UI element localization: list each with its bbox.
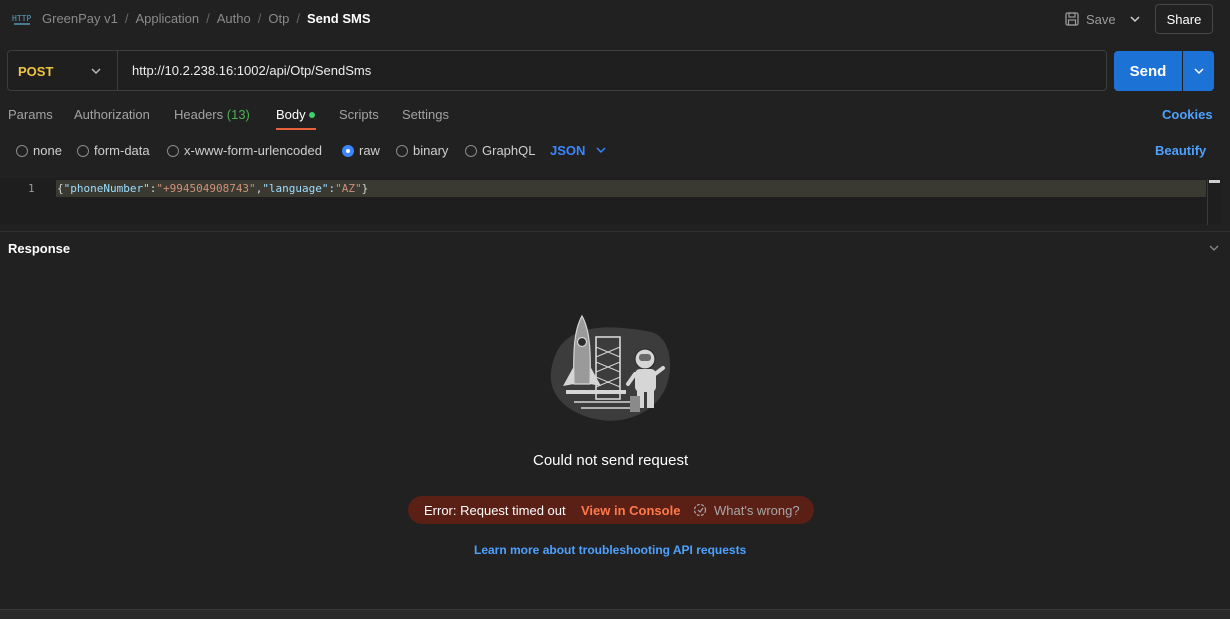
rocket-astronaut-illustration [550,314,671,421]
code-token: } [361,182,369,195]
share-button[interactable]: Share [1155,4,1213,34]
chevron-down-icon[interactable] [1208,242,1220,254]
tab-params[interactable]: Params [8,107,53,122]
learn-more-link[interactable]: Learn more about troubleshooting API req… [474,543,746,557]
cookies-link[interactable]: Cookies [1162,107,1213,122]
save-label: Save [1086,11,1116,27]
beautify-button[interactable]: Beautify [1155,143,1206,158]
svg-text:HTTP: HTTP [12,14,31,23]
code-line[interactable]: {"phoneNumber":"+994504908743","language… [57,182,368,195]
http-icon: HTTP [12,14,31,25]
send-options-button[interactable] [1183,51,1214,91]
code-token: "AZ" [335,182,362,195]
radio-binary[interactable] [396,145,408,157]
format-select[interactable]: JSON [550,143,585,158]
radio-form-data-label[interactable]: form-data [94,143,150,158]
whats-wrong-link[interactable]: What's wrong? [714,503,800,518]
breadcrumb: GreenPay v1/Application / Autho / Otp / Send S… [42,11,371,26]
radio-urlencoded[interactable] [167,145,179,157]
radio-none[interactable] [16,145,28,157]
tab-scripts[interactable]: Scripts [339,107,379,122]
radio-form-data[interactable] [77,145,89,157]
response-title: Response [8,241,71,256]
request-name[interactable]: Send SMS [307,11,371,26]
troubleshoot-icon[interactable] [692,502,708,518]
send-button[interactable]: Send [1114,51,1182,91]
code-token: "+994504908743" [156,182,256,195]
breadcrumb-item[interactable]: GreenPay v1 [42,11,118,26]
radio-urlencoded-label[interactable]: x-www-form-urlencoded [184,143,322,158]
radio-raw[interactable] [342,145,354,157]
method-select[interactable]: POST [18,64,53,79]
save-button[interactable]: Save [1064,9,1116,29]
radio-raw-label[interactable]: raw [359,143,380,158]
radio-graphql-label[interactable]: GraphQL [482,143,535,158]
tab-settings[interactable]: Settings [402,107,449,122]
breadcrumb-item[interactable]: Application [136,11,200,26]
divider [117,51,118,90]
radio-binary-label[interactable]: binary [413,143,448,158]
breadcrumb-item[interactable]: Otp [268,11,289,26]
editor-scrollbar-thumb[interactable] [1209,180,1220,183]
code-token: "phoneNumber" [63,182,150,195]
tab-headers[interactable]: Headers (13) [174,107,250,122]
active-tab-indicator [276,128,316,130]
tab-authorization[interactable]: Authorization [74,107,150,122]
error-text: Error: Request timed out [424,503,566,518]
response-message: Could not send request [533,452,689,469]
code-token: "language" [262,182,329,195]
save-icon [1065,12,1079,26]
headers-count-badge: (13) [226,107,250,122]
radio-none-label[interactable]: none [33,143,62,158]
url-input[interactable]: http://10.2.238.16:1002/api/Otp/SendSms [132,63,371,78]
chevron-down-icon[interactable] [89,64,103,78]
line-number: 1 [28,182,35,195]
divider [0,231,1230,232]
tab-body[interactable]: Body [276,107,306,122]
body-status-dot [309,112,315,118]
breadcrumb-item[interactable]: Autho [217,11,251,26]
editor-scrollbar[interactable] [1207,179,1222,225]
chevron-down-icon[interactable] [1127,11,1143,27]
tab-headers-label: Headers [174,107,224,122]
chevron-down-icon [1193,68,1204,75]
code-token: { [57,182,64,195]
view-in-console-link[interactable]: View in Console [581,503,680,518]
radio-graphql[interactable] [465,145,477,157]
chevron-down-icon[interactable] [595,144,607,156]
